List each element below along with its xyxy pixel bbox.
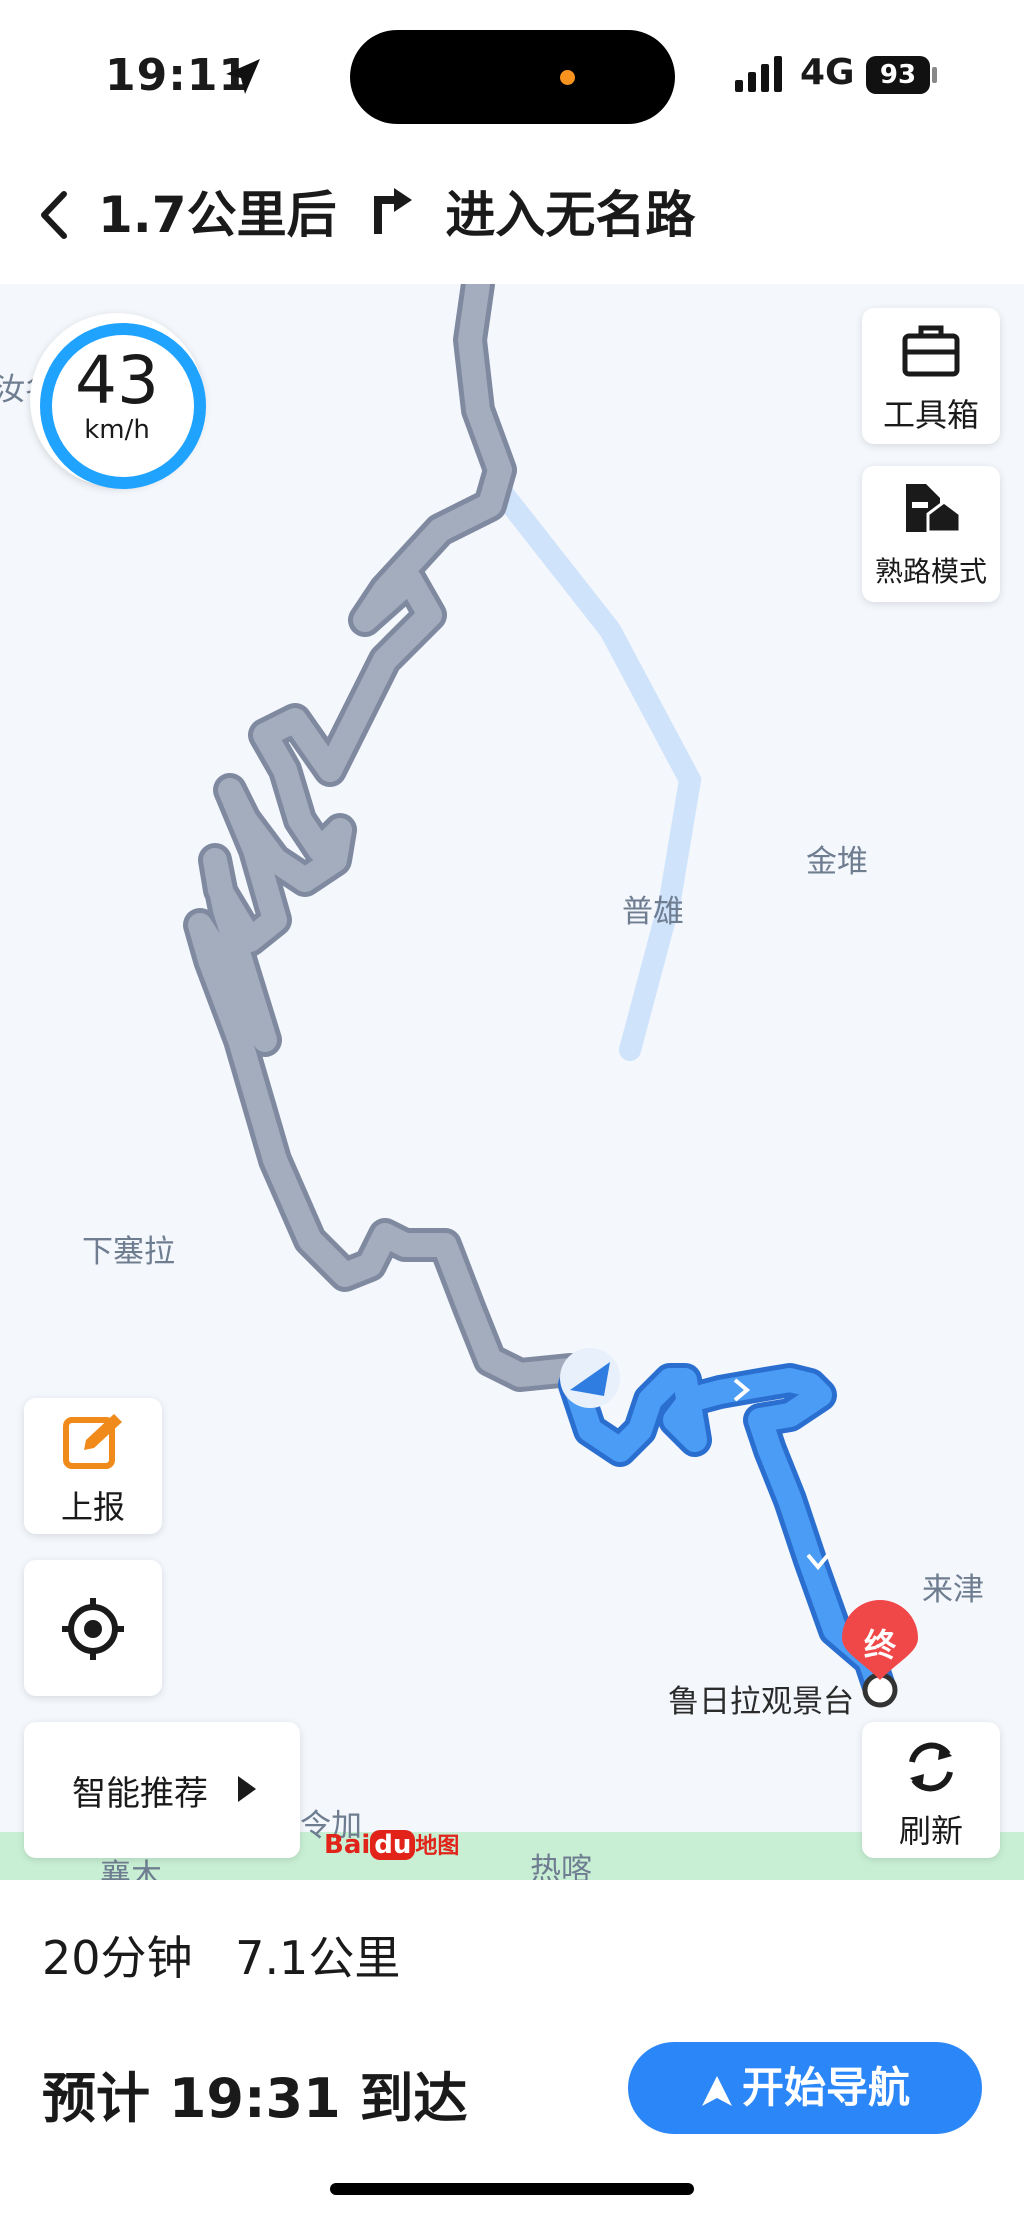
turn-right-icon <box>370 184 414 254</box>
passed-route <box>188 284 582 1387</box>
dynamic-island <box>350 30 675 124</box>
route-distance: 7.1公里 <box>235 1931 401 1985</box>
privacy-indicator-dot <box>560 70 575 85</box>
battery-icon: 93 <box>866 56 930 94</box>
speed-value: 43 <box>75 342 159 419</box>
back-icon[interactable] <box>30 180 80 250</box>
baidu-logo: Bai du 地图 <box>324 1830 460 1860</box>
end-pin-label: 终 <box>863 1626 896 1664</box>
refresh-icon <box>900 1736 962 1802</box>
refresh-button[interactable]: 刷新 <box>862 1722 1000 1858</box>
report-button[interactable]: 上报 <box>24 1398 162 1534</box>
instruction-distance: 1.7公里后 <box>98 186 337 244</box>
eta-suffix: 到达 <box>359 2067 468 2130</box>
place-label: 来津 <box>922 1572 984 1608</box>
route-duration: 20分钟 <box>42 1931 193 1985</box>
nav-instruction: 1.7公里后 进入无名路 <box>98 180 695 254</box>
signal-icon <box>735 56 787 96</box>
start-navigation-button[interactable]: 开始导航 <box>628 2042 982 2134</box>
familiar-mode-button[interactable]: 熟路模式 <box>862 466 1000 602</box>
start-navigation-label: 开始导航 <box>628 2042 982 2134</box>
toolbox-button[interactable]: 工具箱 <box>862 308 1000 444</box>
instruction-road: 进入无名路 <box>445 186 696 244</box>
report-edit-icon <box>62 1412 124 1474</box>
route-summary: 20分钟 7.1公里 <box>42 1922 400 1988</box>
place-label: 普雄 <box>622 894 684 930</box>
river <box>489 479 702 1061</box>
speed-unit: km/h <box>84 415 150 445</box>
eta-time: 19:31 <box>168 2067 341 2130</box>
battery-tip <box>932 67 937 83</box>
place-label: 下塞拉 <box>82 1234 175 1270</box>
navigate-arrow-icon <box>701 2075 732 2106</box>
place-label: 金堆 <box>806 844 868 880</box>
smart-recommend-button[interactable]: 智能推荐 <box>24 1722 300 1858</box>
familiar-mode-label: 熟路模式 <box>874 555 987 588</box>
smart-recommend-label: 智能推荐 <box>72 1774 208 1814</box>
crosshair-icon <box>60 1596 126 1666</box>
destination-label: 鲁日拉观景台 <box>668 1684 854 1720</box>
play-triangle-icon <box>236 1774 258 1808</box>
network-type: 4G <box>800 52 855 93</box>
place-label: 热喀 <box>530 1852 592 1880</box>
refresh-label: 刷新 <box>898 1812 963 1850</box>
home-indicator <box>330 2183 694 2195</box>
eta-prefix: 预计 <box>42 2067 150 2130</box>
report-label: 上报 <box>60 1488 125 1526</box>
eta: 预计 19:31 到达 <box>42 2054 468 2133</box>
toolbox-icon <box>901 322 961 382</box>
toolbox-label: 工具箱 <box>882 396 979 434</box>
locate-button[interactable] <box>24 1560 162 1696</box>
familiar-road-icon <box>902 480 962 540</box>
location-arrow-icon <box>222 56 264 102</box>
